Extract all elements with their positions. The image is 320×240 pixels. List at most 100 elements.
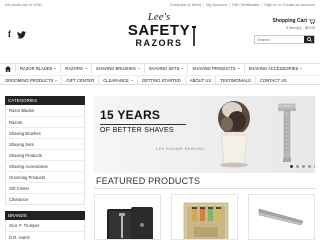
nav-home[interactable] bbox=[0, 64, 15, 73]
category-gift-center[interactable]: Gift Center bbox=[6, 182, 84, 193]
nav-label: SHAVING SETS bbox=[148, 66, 180, 71]
categories-heading: CATEGORIES bbox=[5, 96, 85, 105]
search-button[interactable] bbox=[304, 36, 314, 43]
twitter-icon[interactable] bbox=[17, 30, 26, 39]
brand-dr-harris[interactable]: D.R. Harris bbox=[6, 231, 84, 240]
category-label: Shaving Accessories bbox=[9, 163, 48, 169]
nav-shaving-accessories[interactable]: SHAVING ACCESSORIES bbox=[243, 64, 307, 73]
category-razor-blades[interactable]: Razor Blades bbox=[6, 105, 84, 116]
brand-label: Geo. F. Trumper bbox=[9, 223, 40, 228]
carousel-dot-1[interactable] bbox=[290, 165, 293, 168]
chevron-down-icon bbox=[130, 79, 133, 81]
shopping-cart[interactable]: Shopping Cart 0 item(s) - $0.00 bbox=[273, 18, 315, 30]
featured-product-card[interactable] bbox=[94, 194, 161, 240]
top-bar: All prices are in USD Compare (0 Item) |… bbox=[0, 0, 320, 8]
nav-label: RAZOR BLADES bbox=[20, 66, 53, 71]
chevron-down-icon bbox=[300, 68, 303, 69]
category-label: Razor Blades bbox=[9, 108, 35, 113]
nav-label: TESTIMONIALS bbox=[220, 77, 251, 83]
chevron-down-icon bbox=[181, 68, 184, 69]
nav-clearance[interactable]: CLEARANCE bbox=[98, 76, 137, 84]
category-grooming-products[interactable]: Grooming Products bbox=[6, 171, 84, 182]
search-input[interactable] bbox=[255, 36, 304, 43]
search-box bbox=[254, 35, 315, 44]
category-shaving-accessories[interactable]: Shaving Accessories bbox=[6, 160, 84, 171]
categories-panel: CATEGORIES Razor Blades Razors Shaving B… bbox=[5, 96, 85, 205]
brands-list: Geo. F. Trumper D.R. Harris bbox=[5, 220, 85, 240]
category-clearance[interactable]: Clearance bbox=[6, 193, 84, 204]
nav-label: SHAVING BRUSHES bbox=[95, 66, 136, 71]
main-nav-row-1: RAZOR BLADES RAZORS SHAVING BRUSHES SHAV… bbox=[0, 63, 320, 73]
nav-razor-blades[interactable]: RAZOR BLADES bbox=[15, 64, 60, 73]
categories-list: Razor Blades Razors Shaving Brushes Shav… bbox=[5, 105, 85, 205]
aftershave-set-image bbox=[183, 202, 229, 239]
nav-grooming-products[interactable]: GROOMING PRODUCTS bbox=[0, 76, 61, 84]
nav-shaving-products[interactable]: SHAVING PRODUCTS bbox=[187, 64, 243, 73]
carousel-dot-4[interactable] bbox=[308, 165, 311, 168]
cart-title-row: Shopping Cart bbox=[273, 18, 315, 24]
logo-razors: RAZORS bbox=[135, 38, 183, 48]
carousel-dots bbox=[290, 165, 315, 168]
nav-shaving-sets[interactable]: SHAVING SETS bbox=[143, 64, 188, 73]
hero-banner[interactable]: 15 YEARS OF BETTER SHAVES LEE KNOWS SHAV… bbox=[94, 96, 315, 173]
my-account-link[interactable]: My Account bbox=[206, 2, 227, 7]
nav-label: SHAVING PRODUCTS bbox=[192, 66, 236, 71]
brands-heading: BRANDS bbox=[5, 211, 85, 220]
nav-label: GETTING STARTED bbox=[141, 77, 181, 83]
facebook-icon[interactable]: f bbox=[8, 30, 11, 39]
nav-label: SHAVING ACCESSORIES bbox=[248, 66, 299, 71]
gift-certificates-link[interactable]: Gift Certificates bbox=[232, 2, 259, 7]
nav-label: ABOUT US bbox=[189, 77, 212, 83]
chevron-down-icon bbox=[137, 68, 140, 69]
home-icon bbox=[5, 65, 11, 72]
nav-gift-center[interactable]: GIFT CENTER bbox=[61, 76, 98, 84]
banner-headline: 15 YEARS bbox=[100, 108, 161, 122]
carousel-dot-2[interactable] bbox=[296, 165, 299, 168]
category-shaving-products[interactable]: Shaving Products bbox=[6, 149, 84, 160]
nav-testimonials[interactable]: TESTIMONIALS bbox=[215, 76, 255, 84]
banner-subline: OF BETTER SHAVES bbox=[100, 127, 174, 134]
nav-label: RAZORS bbox=[65, 66, 83, 71]
nav-getting-started[interactable]: GETTING STARTED bbox=[136, 76, 185, 84]
carousel-dot-3[interactable] bbox=[302, 165, 305, 168]
category-razors[interactable]: Razors bbox=[6, 116, 84, 127]
featured-divider bbox=[94, 188, 315, 189]
nav-contact-us[interactable]: CONTACT US bbox=[254, 76, 291, 84]
site-logo[interactable]: Lee's SAFETY RAZORS bbox=[119, 12, 199, 52]
featured-product-card[interactable] bbox=[248, 194, 315, 240]
brand-label: D.R. Harris bbox=[9, 234, 30, 240]
category-label: Clearance bbox=[9, 196, 29, 202]
brush-and-razor-image bbox=[218, 101, 296, 168]
social-links: f bbox=[8, 30, 26, 39]
category-label: Shaving Brushes bbox=[9, 130, 41, 136]
top-links: Compare (0 Item) | My Account | Gift Cer… bbox=[170, 2, 315, 7]
divider: | bbox=[228, 2, 230, 7]
chevron-down-icon bbox=[55, 79, 58, 81]
nav-about-us[interactable]: ABOUT US bbox=[184, 76, 215, 84]
category-label: Grooming Products bbox=[9, 174, 46, 180]
logo-safety: SAFETY bbox=[127, 22, 191, 39]
razor-case-image bbox=[107, 207, 153, 239]
carousel-dot-5[interactable] bbox=[314, 165, 315, 168]
currency-note: All prices are in USD bbox=[5, 2, 42, 7]
main-nav-row-2: GROOMING PRODUCTS GIFT CENTER CLEARANCE … bbox=[0, 75, 320, 85]
nav-label: GIFT CENTER bbox=[66, 77, 95, 83]
nav-label: GROOMING PRODUCTS bbox=[5, 77, 54, 83]
banner-divider bbox=[100, 124, 186, 125]
sign-in-link[interactable]: Sign in or Create an account bbox=[264, 2, 315, 7]
brand-geo-f-trumper[interactable]: Geo. F. Trumper bbox=[6, 220, 84, 231]
cart-summary: 0 item(s) - $0.00 bbox=[285, 25, 315, 30]
category-label: Razors bbox=[9, 119, 23, 125]
banner-tagline: LEE KNOWS SHAVING bbox=[156, 147, 205, 151]
nav-razors[interactable]: RAZORS bbox=[60, 64, 90, 73]
category-shaving-sets[interactable]: Shaving Sets bbox=[6, 138, 84, 149]
featured-products-title: FEATURED PRODUCTS bbox=[96, 176, 201, 186]
tweezers-image bbox=[258, 208, 304, 226]
category-shaving-brushes[interactable]: Shaving Brushes bbox=[6, 127, 84, 138]
nav-shaving-brushes[interactable]: SHAVING BRUSHES bbox=[90, 64, 144, 73]
divider: | bbox=[203, 2, 205, 7]
featured-product-card[interactable] bbox=[171, 194, 238, 240]
category-label: Shaving Products bbox=[9, 152, 42, 158]
brands-panel: BRANDS Geo. F. Trumper D.R. Harris bbox=[5, 211, 85, 240]
compare-link[interactable]: Compare (0 Item) bbox=[170, 2, 201, 7]
